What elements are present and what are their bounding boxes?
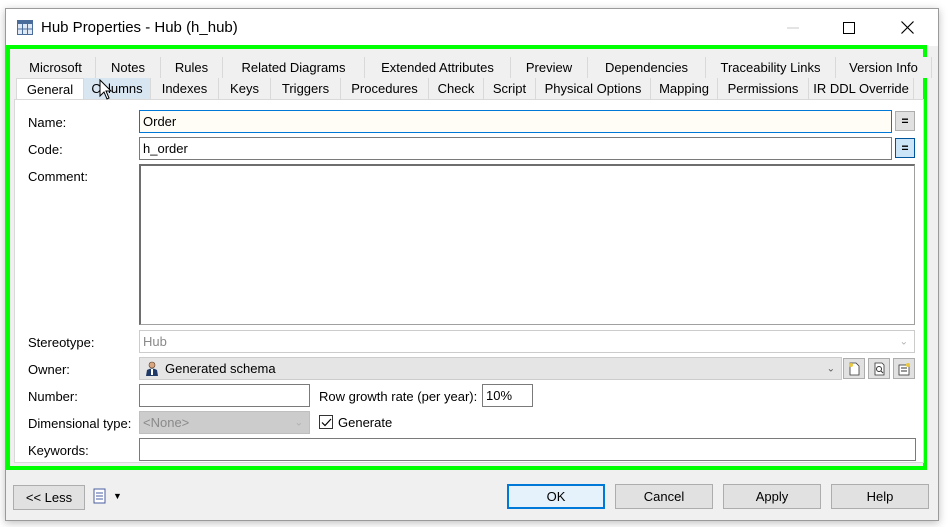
tab-preview[interactable]: Preview	[511, 57, 588, 78]
stereotype-label: Stereotype:	[28, 335, 95, 350]
new-document-icon	[848, 362, 859, 375]
stereotype-combo[interactable]: Hub ⌄	[139, 330, 915, 353]
less-button[interactable]: << Less	[13, 485, 85, 510]
number-label: Number:	[28, 389, 78, 404]
maximize-icon	[843, 21, 855, 34]
comment-textarea[interactable]	[139, 164, 915, 325]
new-owner-button[interactable]	[843, 358, 865, 379]
comment-label: Comment:	[28, 169, 88, 184]
tab-mapping[interactable]: Mapping	[651, 78, 718, 99]
more-menu-button[interactable]: ▼	[92, 488, 122, 504]
tab-extended-attributes[interactable]: Extended Attributes	[365, 57, 511, 78]
table-icon	[17, 20, 33, 35]
dimensional-type-value: <None>	[143, 415, 190, 430]
owner-label: Owner:	[28, 362, 70, 377]
owner-value: Generated schema	[165, 361, 276, 376]
tab-columns[interactable]: Columns	[84, 78, 151, 99]
tab-triggers[interactable]: Triggers	[271, 78, 341, 99]
tab-rules[interactable]: Rules	[161, 57, 223, 78]
cancel-button[interactable]: Cancel	[615, 484, 713, 509]
ok-button[interactable]: OK	[507, 484, 605, 509]
tab-row-front: General Columns Indexes Keys Triggers Pr…	[16, 78, 914, 100]
dropdown-arrow-icon: ▼	[113, 491, 122, 501]
dimensional-type-combo[interactable]: <None> ⌄	[139, 411, 310, 434]
properties-icon	[898, 362, 910, 375]
keywords-input[interactable]	[139, 438, 916, 461]
tab-script[interactable]: Script	[484, 78, 536, 99]
chevron-down-icon: ⌄	[294, 417, 303, 428]
generate-checkbox[interactable]	[319, 415, 333, 429]
tab-traceability-links[interactable]: Traceability Links	[706, 57, 836, 78]
row-growth-value: 10%	[486, 388, 513, 403]
tab-physical-options[interactable]: Physical Options	[536, 78, 651, 99]
apply-button[interactable]: Apply	[723, 484, 821, 509]
minimize-button[interactable]	[770, 9, 816, 46]
minimize-icon	[787, 27, 799, 28]
print-preview-icon	[93, 488, 106, 504]
code-value: h_order	[143, 141, 188, 156]
tab-notes[interactable]: Notes	[96, 57, 161, 78]
close-button[interactable]	[884, 9, 930, 46]
checkmark-icon	[321, 418, 331, 426]
dimensional-type-label: Dimensional type:	[28, 416, 132, 431]
code-equals-button[interactable]: =	[895, 138, 915, 158]
chevron-down-icon: ⌄	[899, 336, 908, 347]
search-document-icon	[874, 362, 884, 375]
owner-combo[interactable]: Generated schema ⌄	[139, 357, 842, 380]
keywords-label: Keywords:	[28, 443, 89, 458]
number-input[interactable]	[139, 384, 310, 407]
name-input[interactable]: Order	[139, 110, 892, 133]
owner-properties-button[interactable]	[893, 358, 915, 379]
title-bar: Hub Properties - Hub (h_hub)	[6, 9, 938, 46]
tab-ir-ddl-override[interactable]: IR DDL Override	[809, 78, 914, 99]
tab-dependencies[interactable]: Dependencies	[588, 57, 706, 78]
tab-general[interactable]: General	[16, 78, 84, 100]
tab-row-back: Microsoft Notes Rules Related Diagrams E…	[16, 57, 932, 78]
name-value: Order	[143, 114, 177, 129]
tab-related-diagrams[interactable]: Related Diagrams	[223, 57, 365, 78]
row-growth-input[interactable]: 10%	[482, 384, 533, 407]
tab-check[interactable]: Check	[429, 78, 484, 99]
tab-microsoft[interactable]: Microsoft	[16, 57, 96, 78]
window-title: Hub Properties - Hub (h_hub)	[41, 19, 238, 36]
maximize-button[interactable]	[826, 9, 872, 46]
tab-keys[interactable]: Keys	[219, 78, 271, 99]
tab-permissions[interactable]: Permissions	[718, 78, 809, 99]
stereotype-value: Hub	[143, 334, 167, 349]
row-growth-label: Row growth rate (per year):	[319, 389, 478, 404]
name-equals-button[interactable]: =	[895, 111, 915, 131]
generate-label: Generate	[338, 415, 393, 430]
name-label: Name:	[28, 115, 67, 130]
select-owner-button[interactable]	[868, 358, 890, 379]
tab-procedures[interactable]: Procedures	[341, 78, 429, 99]
help-button[interactable]: Help	[831, 484, 929, 509]
chevron-down-icon: ⌄	[826, 363, 835, 374]
code-input[interactable]: h_order	[139, 137, 892, 160]
close-icon	[900, 21, 914, 34]
user-icon	[146, 361, 158, 376]
mouse-cursor-icon	[99, 79, 113, 100]
tab-indexes[interactable]: Indexes	[151, 78, 219, 99]
tab-version-info[interactable]: Version Info	[836, 57, 932, 78]
code-label: Code:	[28, 142, 63, 157]
